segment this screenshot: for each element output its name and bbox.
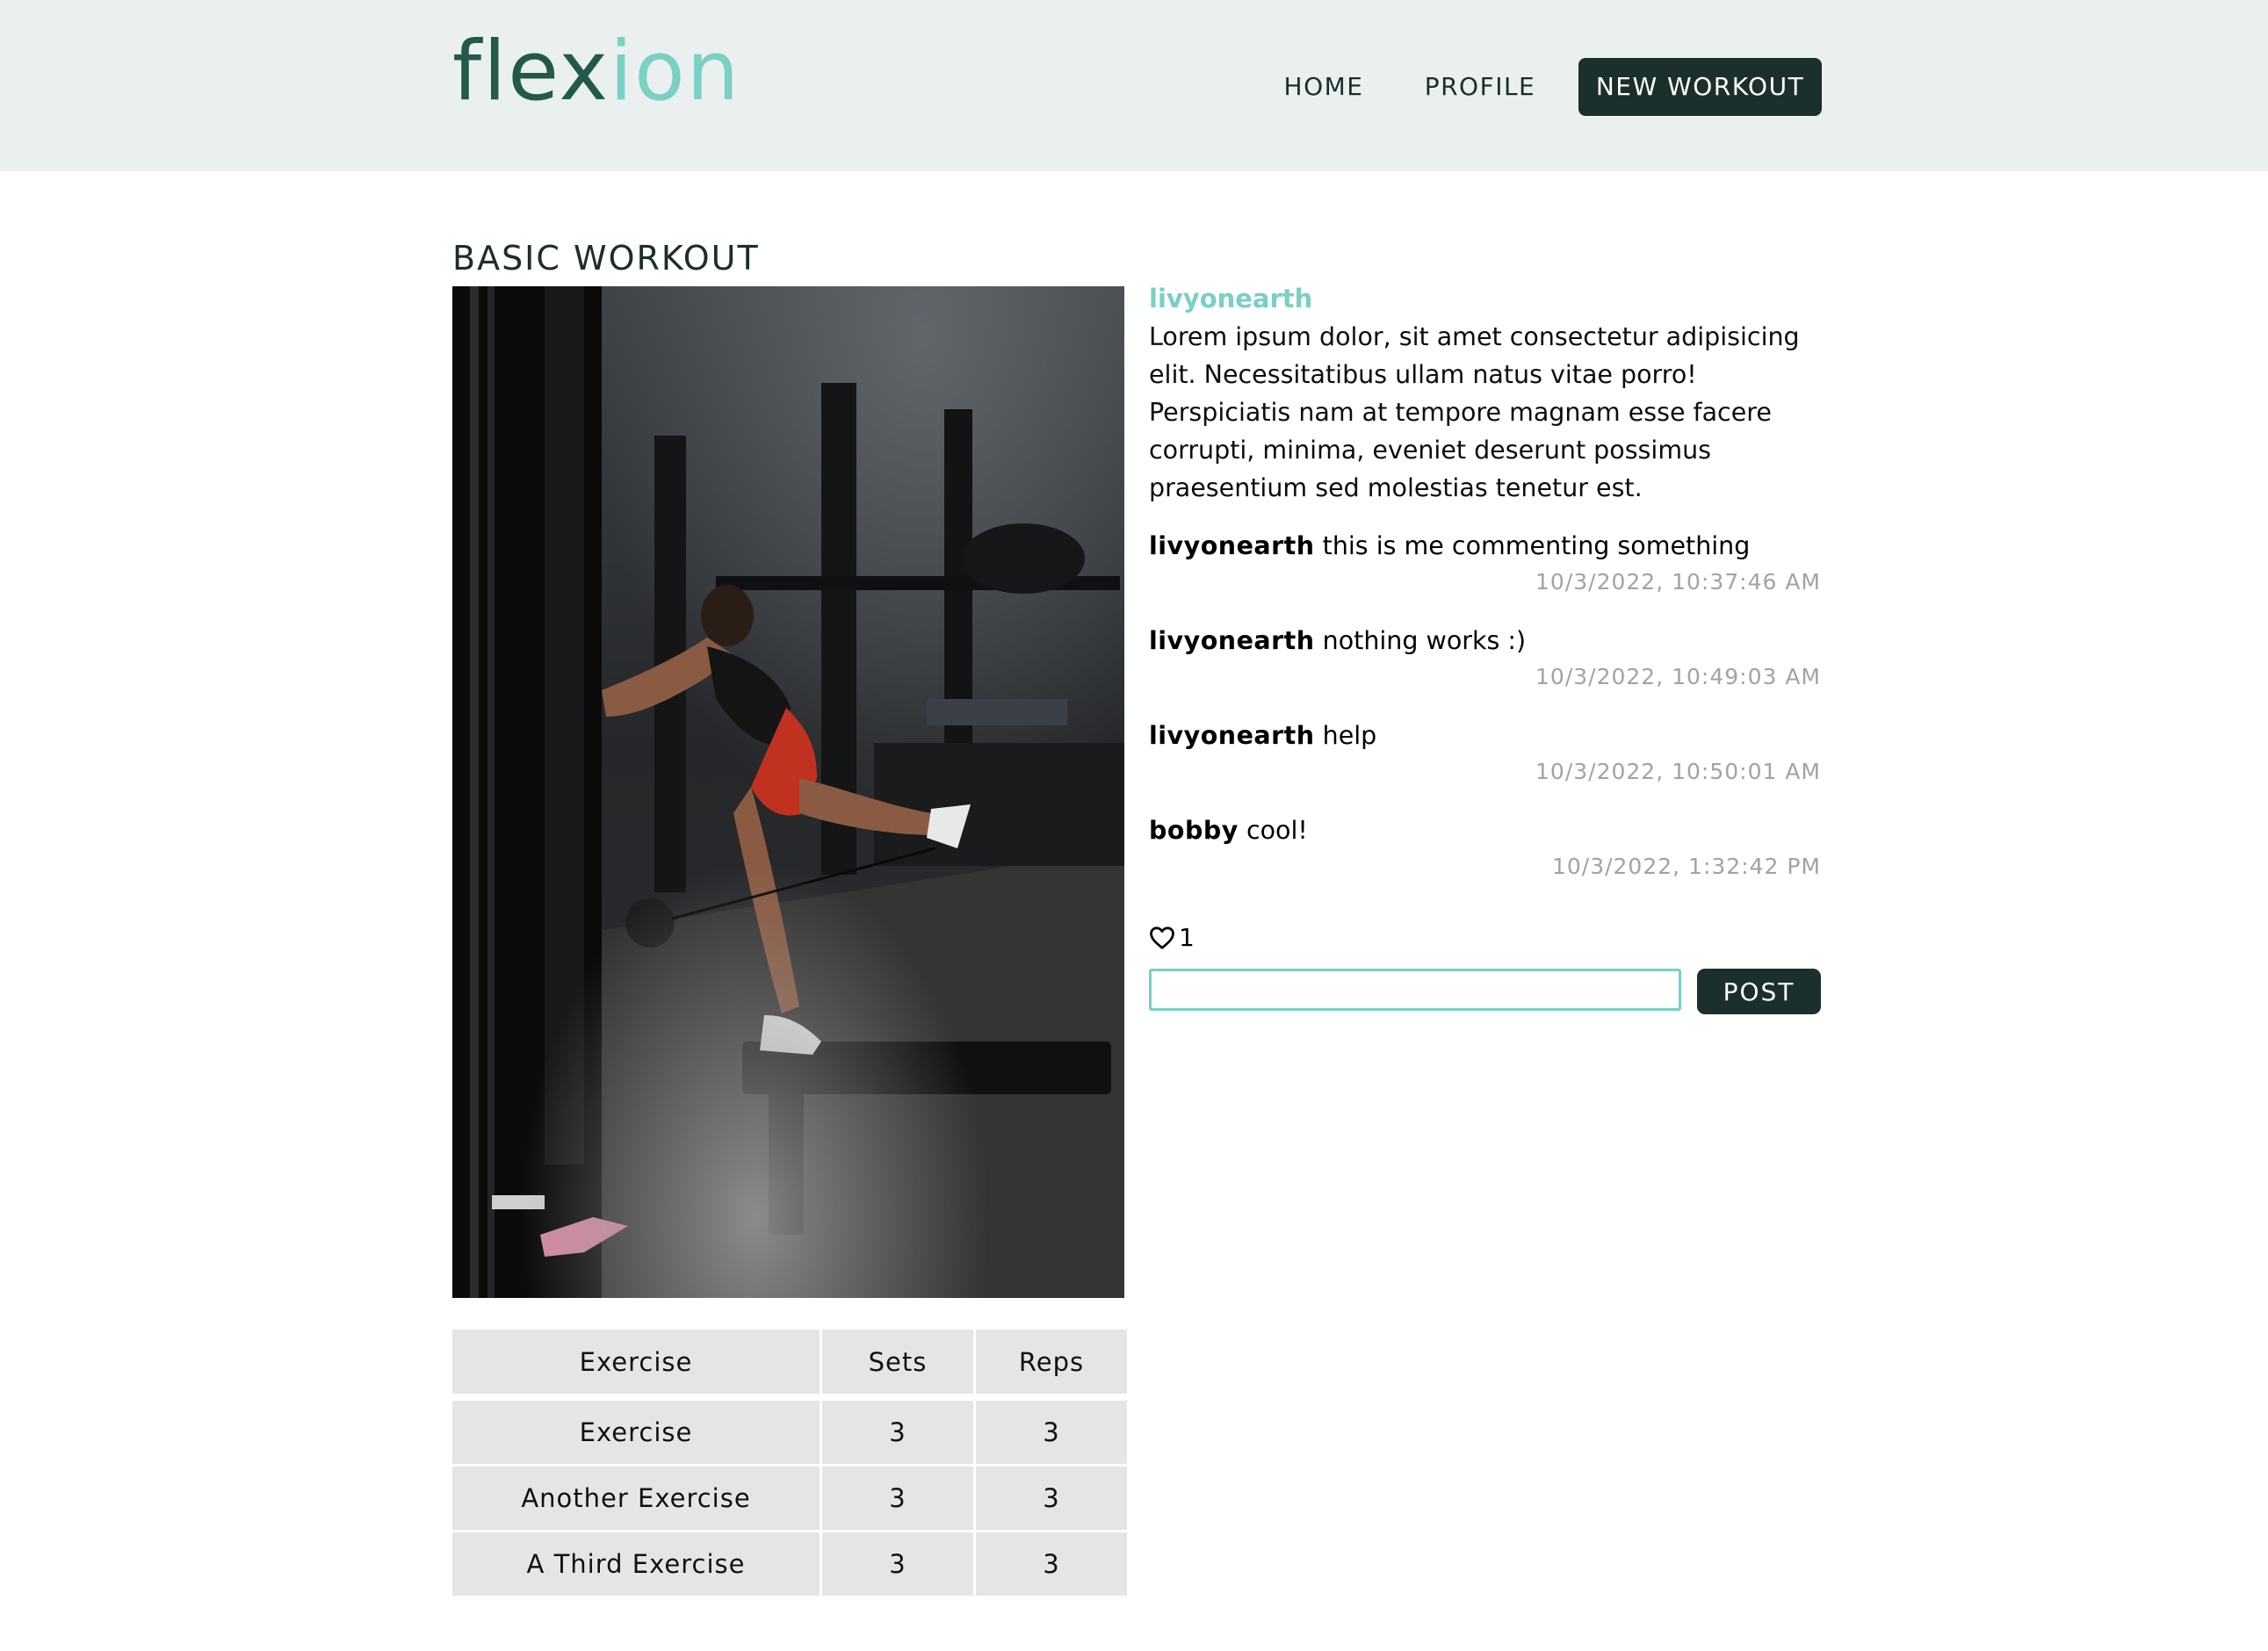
- comment-timestamp: 10/3/2022, 10:50:01 AM: [1535, 759, 1821, 784]
- comment-user[interactable]: livyonearth: [1149, 531, 1315, 560]
- comment-timestamp: 10/3/2022, 10:49:03 AM: [1535, 664, 1821, 689]
- sets-cell: 3: [822, 1401, 973, 1464]
- sets-cell: 3: [822, 1467, 973, 1530]
- post-button[interactable]: POST: [1697, 969, 1821, 1014]
- comment-text: help: [1322, 721, 1377, 750]
- column-header-sets: Sets: [822, 1330, 973, 1398]
- gym-photo-image: [452, 286, 1124, 1298]
- reps-cell: 3: [976, 1401, 1127, 1464]
- column-header-exercise: Exercise: [452, 1330, 820, 1398]
- column-header-reps: Reps: [976, 1330, 1127, 1398]
- nav-home-link[interactable]: HOME: [1274, 58, 1374, 116]
- comment-user[interactable]: livyonearth: [1149, 721, 1315, 750]
- like-control: 1: [1149, 921, 1195, 955]
- workout-photo: [452, 286, 1124, 1298]
- like-count: 1: [1179, 923, 1195, 952]
- comment-item: bobby cool! 10/3/2022, 1:32:42 PM: [1149, 810, 1821, 905]
- comment-input[interactable]: [1149, 969, 1681, 1011]
- comment-item: livyonearth this is me commenting someth…: [1149, 525, 1821, 620]
- top-bar: flexion HOME PROFILE NEW WORKOUT: [0, 0, 2268, 171]
- comment-item: livyonearth help 10/3/2022, 10:50:01 AM: [1149, 715, 1821, 810]
- exercise-table: Exercise Sets Reps Exercise 3 3 Another …: [450, 1327, 1130, 1598]
- exercise-cell: Another Exercise: [452, 1467, 820, 1530]
- reps-cell: 3: [976, 1532, 1127, 1596]
- new-workout-button[interactable]: NEW WORKOUT: [1578, 58, 1822, 116]
- comment-timestamp: 10/3/2022, 1:32:42 PM: [1551, 854, 1821, 879]
- table-row: Exercise 3 3: [452, 1401, 1127, 1464]
- heart-icon[interactable]: [1149, 926, 1175, 950]
- table-row: Another Exercise 3 3: [452, 1467, 1127, 1530]
- main-nav: HOME PROFILE NEW WORKOUT: [0, 58, 2268, 116]
- comment-user[interactable]: livyonearth: [1149, 626, 1315, 655]
- comment-item: livyonearth nothing works :) 10/3/2022, …: [1149, 620, 1821, 715]
- exercise-cell: A Third Exercise: [452, 1532, 820, 1596]
- comment-user[interactable]: bobby: [1149, 816, 1239, 845]
- nav-profile-link[interactable]: PROFILE: [1414, 58, 1546, 116]
- author-link[interactable]: livyonearth: [1149, 279, 1821, 318]
- comment-text: nothing works :): [1322, 626, 1527, 655]
- comment-text: this is me commenting something: [1322, 531, 1751, 560]
- table-header-row: Exercise Sets Reps: [452, 1330, 1127, 1398]
- workout-title: BASIC WORKOUT: [452, 239, 760, 278]
- workout-details: livyonearth Lorem ipsum dolor, sit amet …: [1149, 279, 1821, 507]
- table-row: A Third Exercise 3 3: [452, 1532, 1127, 1596]
- comment-text: cool!: [1246, 816, 1308, 845]
- comments-list: livyonearth this is me commenting someth…: [1149, 525, 1821, 905]
- comment-timestamp: 10/3/2022, 10:37:46 AM: [1535, 569, 1821, 595]
- workout-description: Lorem ipsum dolor, sit amet consectetur …: [1149, 322, 1800, 502]
- sets-cell: 3: [822, 1532, 973, 1596]
- exercise-cell: Exercise: [452, 1401, 820, 1464]
- reps-cell: 3: [976, 1467, 1127, 1530]
